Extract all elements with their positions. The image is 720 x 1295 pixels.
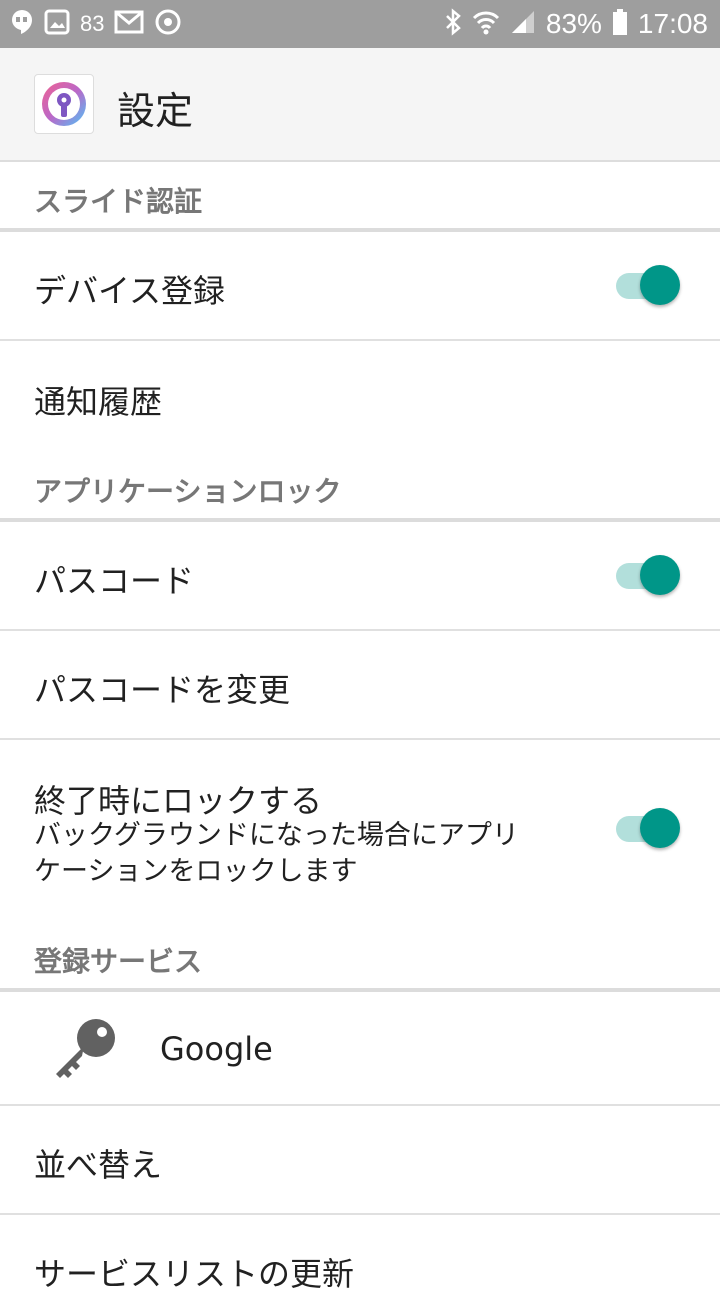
- battery-percent: 83%: [545, 8, 602, 39]
- setting-notification-history[interactable]: 通知履歴: [0, 341, 720, 451]
- toggle-thumb: [640, 555, 680, 595]
- wifi-icon: [472, 8, 500, 40]
- sync-icon: [154, 8, 182, 40]
- section-header-slide-auth: スライド認証: [0, 162, 720, 232]
- device-register-toggle[interactable]: [614, 263, 682, 307]
- signal-icon: [510, 9, 536, 39]
- notification-count: 83: [80, 11, 105, 36]
- setting-label: デバイス登録: [34, 272, 226, 310]
- setting-label: 並べ替え: [34, 1146, 163, 1184]
- app-logo: [34, 74, 94, 134]
- status-bar-notifications: 83: [10, 0, 182, 48]
- lock-on-exit-toggle[interactable]: [614, 806, 682, 850]
- bluetooth-icon: [444, 8, 462, 40]
- section-header-app-lock: アプリケーションロック: [0, 452, 720, 522]
- toggle-thumb: [640, 808, 680, 848]
- setting-description: バックグラウンドになった場合にアプリ ケーションをロックします: [34, 818, 554, 890]
- setting-change-passcode[interactable]: パスコードを変更: [0, 631, 720, 740]
- page-title: 設定: [117, 89, 194, 133]
- hangouts-icon: [10, 8, 34, 40]
- toggle-thumb: [640, 265, 680, 305]
- setting-label: 終了時にロックする: [34, 782, 323, 820]
- status-bar: 83 83% 17:08: [0, 0, 720, 48]
- app-bar: 設定: [0, 48, 720, 162]
- section-header-label: スライド認証: [34, 185, 203, 218]
- setting-device-register[interactable]: デバイス登録: [0, 232, 720, 341]
- setting-description-line: ケーションをロックします: [34, 856, 358, 887]
- setting-description-line: バックグラウンドになった場合にアプリ: [34, 820, 519, 851]
- setting-label: パスコード: [34, 562, 195, 600]
- setting-label: サービスリストの更新: [34, 1255, 355, 1293]
- section-header-label: 登録サービス: [34, 945, 203, 978]
- setting-label: 通知履歴: [34, 383, 163, 421]
- gallery-icon: [44, 9, 70, 39]
- key-icon: [50, 1016, 120, 1086]
- clock: 17:08: [637, 8, 708, 39]
- setting-passcode[interactable]: パスコード: [0, 522, 720, 631]
- section-header-registered-services: 登録サービス: [0, 922, 720, 992]
- passcode-toggle[interactable]: [614, 553, 682, 597]
- service-item-google[interactable]: Google: [0, 992, 720, 1106]
- section-header-label: アプリケーションロック: [34, 475, 342, 508]
- app-logo-icon: [42, 82, 86, 126]
- service-name: Google: [160, 1030, 273, 1068]
- setting-refresh-service-list[interactable]: サービスリストの更新: [0, 1215, 720, 1293]
- battery-icon: [612, 8, 628, 40]
- status-bar-system: 83% 17:08: [444, 0, 708, 48]
- setting-reorder[interactable]: 並べ替え: [0, 1106, 720, 1215]
- setting-label: パスコードを変更: [34, 671, 291, 709]
- setting-lock-on-exit[interactable]: 終了時にロックする バックグラウンドになった場合にアプリ ケーションをロックしま…: [0, 740, 720, 922]
- mail-icon: [114, 9, 144, 39]
